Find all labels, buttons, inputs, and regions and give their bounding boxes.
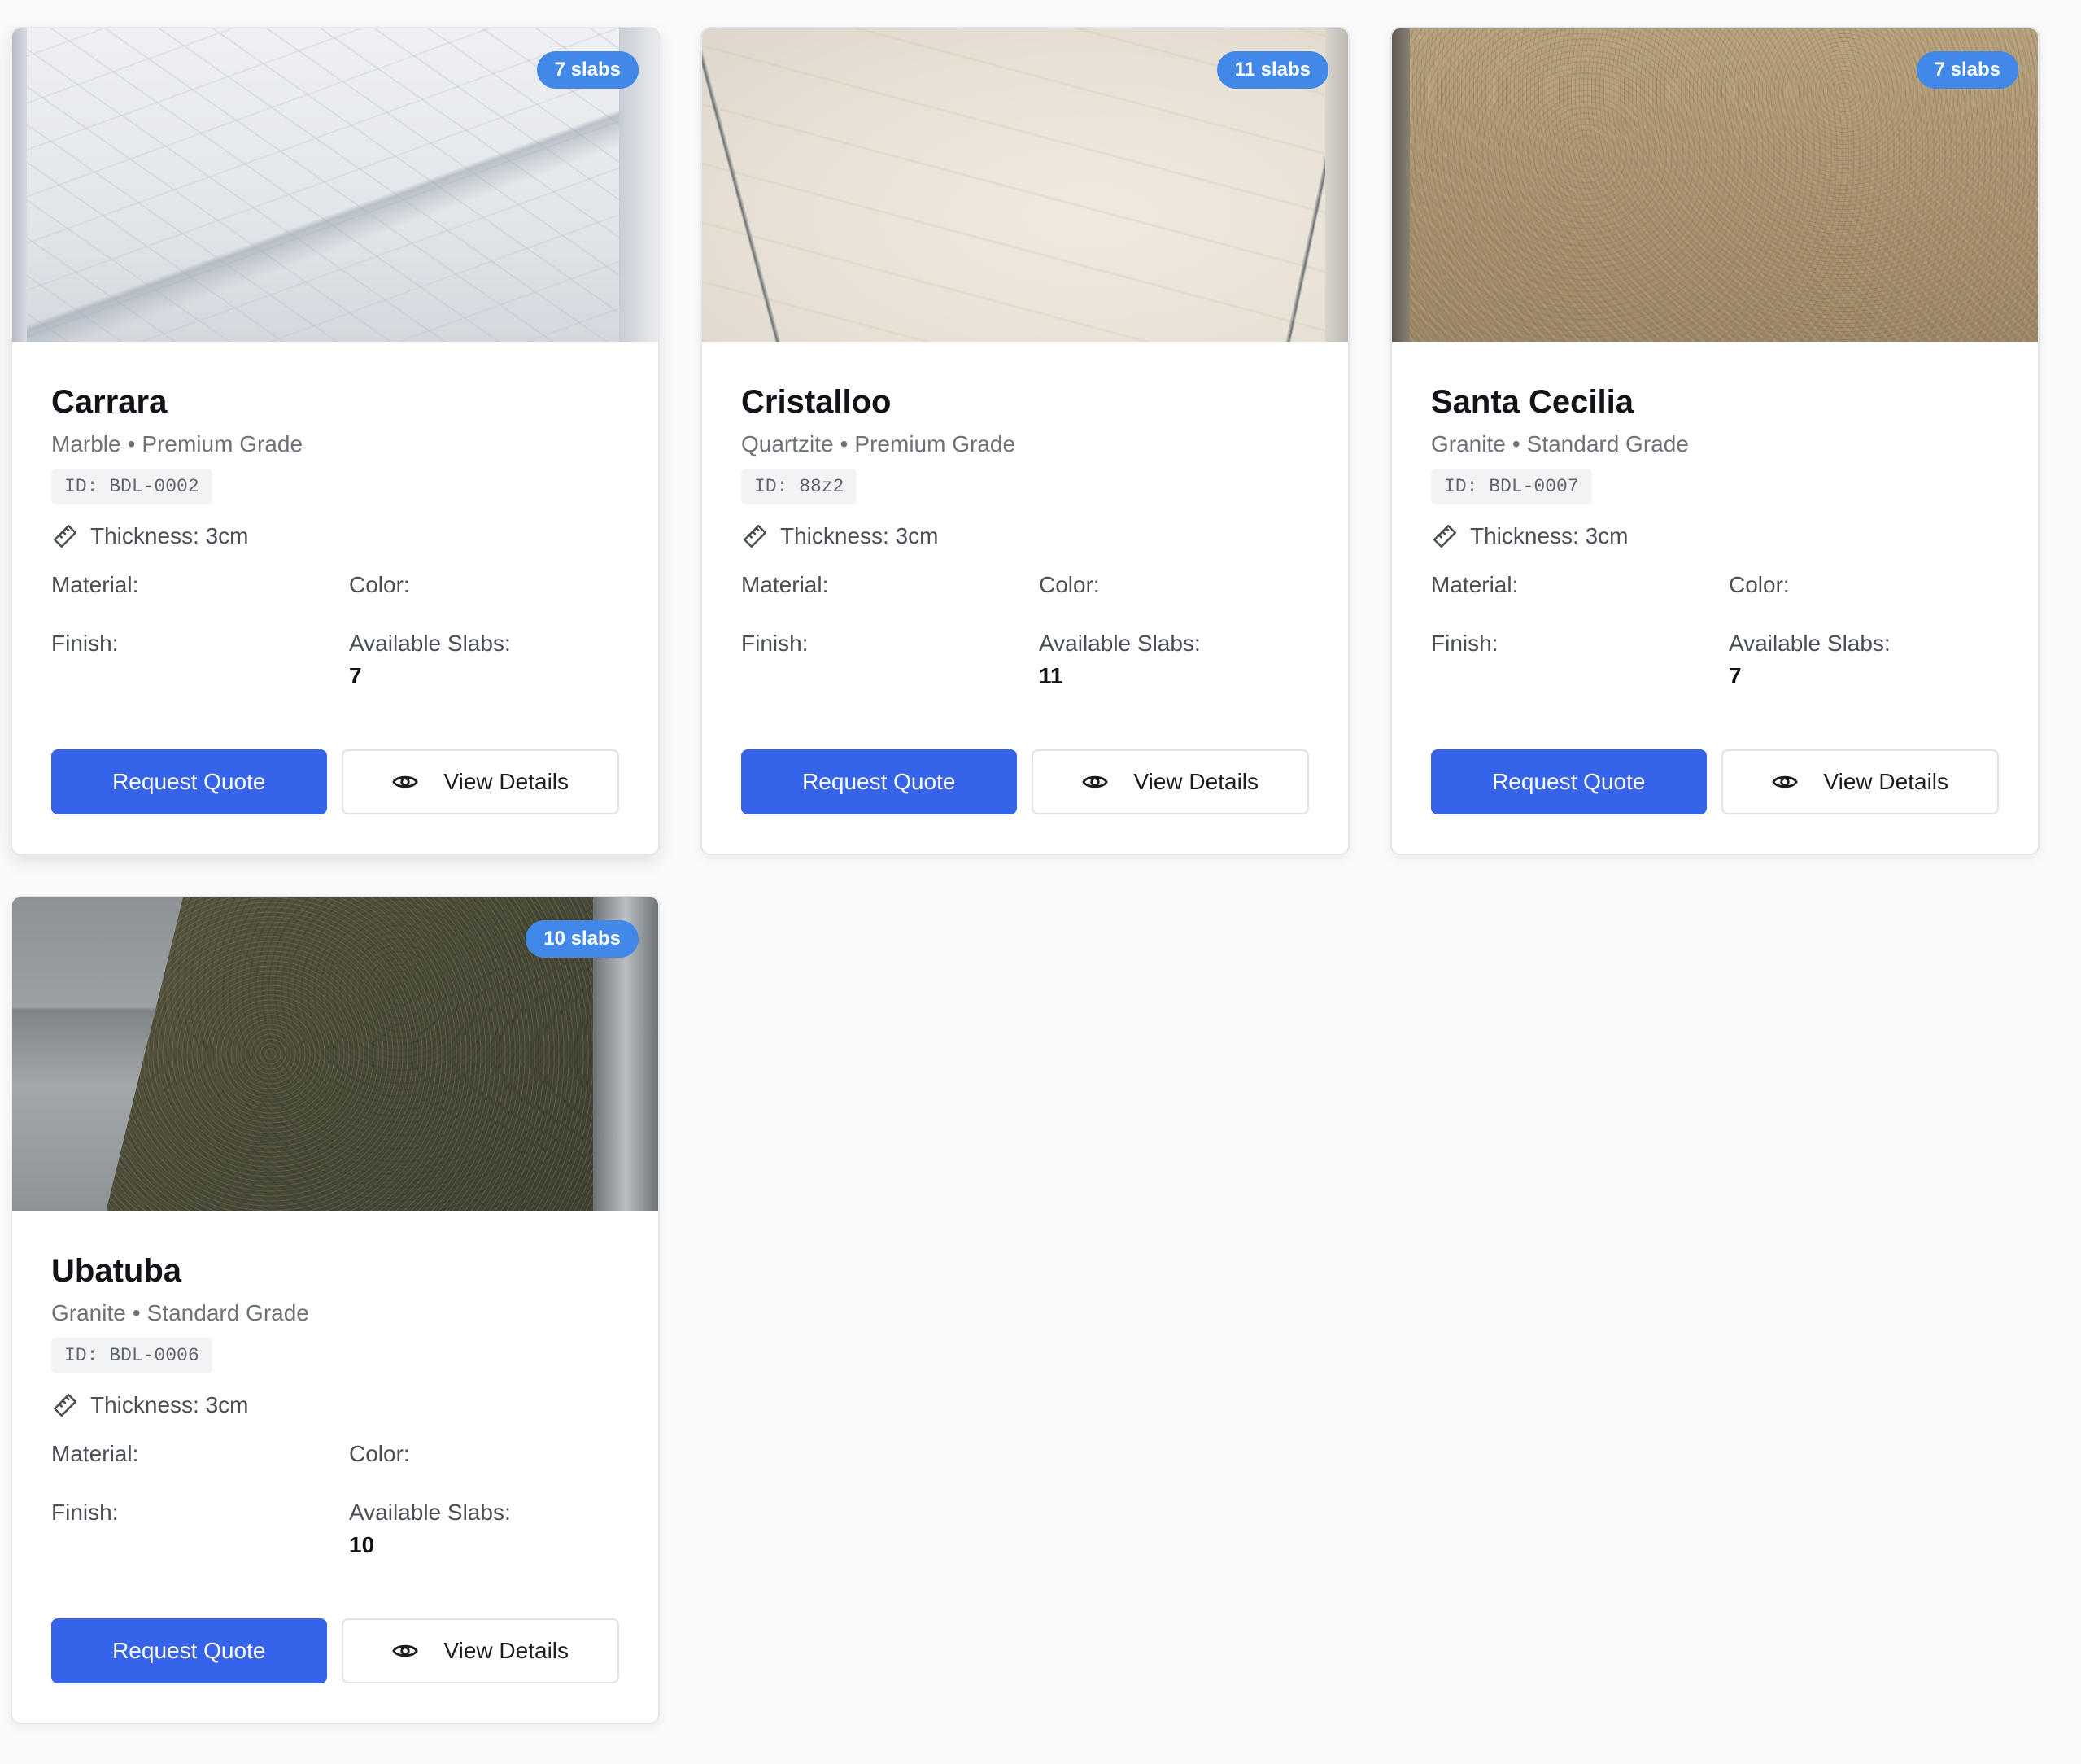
ruler-icon — [51, 1391, 79, 1419]
slab-subtitle: Granite • Standard Grade — [51, 1299, 619, 1328]
material-type: Marble — [51, 431, 121, 456]
slab-title: Ubatuba — [51, 1253, 181, 1289]
spec-grid: Material: Color: Finish: Available Slabs… — [1431, 568, 1999, 692]
ruler-icon — [51, 522, 79, 550]
material-label: Material: — [51, 572, 139, 597]
thickness-row: Thickness: 3cm — [51, 522, 619, 550]
slab-card-santa-cecilia[interactable]: 7 slabs Santa Cecilia Granite • Standard G… — [1390, 27, 2040, 855]
request-quote-button[interactable]: Request Quote — [741, 749, 1017, 814]
eye-icon — [1771, 768, 1799, 796]
card-actions: Request Quote View Details — [51, 1618, 619, 1683]
slab-card-ubatuba[interactable]: 10 slabs Ubatuba Granite • Standard Grade … — [11, 896, 660, 1724]
material-label: Material: — [51, 1441, 139, 1466]
slab-subtitle: Granite • Standard Grade — [1431, 430, 1999, 459]
card-actions: Request Quote View Details — [741, 749, 1309, 814]
thickness-row: Thickness: 3cm — [1431, 522, 1999, 550]
spec-grid: Material: Color: Finish: Available Slabs… — [741, 568, 1309, 692]
available-slabs-value: 7 — [349, 663, 362, 688]
separator-dot: • — [132, 1300, 141, 1325]
available-slabs-label: Available Slabs: — [1039, 631, 1201, 656]
request-quote-button[interactable]: Request Quote — [51, 1618, 327, 1683]
slab-image[interactable]: 7 slabs — [12, 28, 658, 342]
slab-title: Santa Cecilia — [1431, 384, 1634, 420]
color-label: Color: — [349, 1441, 410, 1466]
request-quote-button[interactable]: Request Quote — [51, 749, 327, 814]
slab-image[interactable]: 7 slabs — [1392, 28, 2038, 342]
color-label: Color: — [349, 572, 410, 597]
material-label: Material: — [741, 572, 829, 597]
available-slabs-label: Available Slabs: — [349, 1500, 511, 1525]
slab-image[interactable]: 11 slabs — [702, 28, 1348, 342]
finish-label: Finish: — [1431, 631, 1499, 656]
view-details-button[interactable]: View Details — [1721, 749, 1999, 814]
finish-label: Finish: — [51, 1500, 119, 1525]
slab-title: Cristalloo — [741, 384, 892, 420]
slab-count-badge: 10 slabs — [526, 920, 639, 958]
slab-subtitle: Marble • Premium Grade — [51, 430, 619, 459]
finish-label: Finish: — [51, 631, 119, 656]
separator-dot: • — [127, 431, 136, 456]
grade: Standard Grade — [1526, 431, 1689, 456]
color-label: Color: — [1729, 572, 1790, 597]
slab-count-badge: 7 slabs — [1916, 51, 2018, 89]
request-quote-button[interactable]: Request Quote — [1431, 749, 1707, 814]
eye-icon — [1081, 768, 1109, 796]
slab-card-carrara[interactable]: 7 slabs Carrara Marble • Premium Grade ID:… — [11, 27, 660, 855]
slab-grid: 7 slabs Carrara Marble • Premium Grade ID:… — [11, 27, 2040, 1724]
material-type: Granite — [51, 1300, 126, 1325]
thickness-text: Thickness: 3cm — [90, 523, 249, 548]
slab-subtitle: Quartzite • Premium Grade — [741, 430, 1309, 459]
view-details-button[interactable]: View Details — [341, 1618, 619, 1683]
slab-card-cristalloo[interactable]: 11 slabs Cristalloo Quartzite • Premium Gr… — [700, 27, 1350, 855]
ruler-icon — [741, 522, 769, 550]
spec-grid: Material: Color: Finish: Available Slabs… — [51, 568, 619, 692]
available-slabs-label: Available Slabs: — [349, 631, 511, 656]
view-details-label: View Details — [1823, 769, 1949, 794]
thickness-row: Thickness: 3cm — [51, 1391, 619, 1419]
slab-count-badge: 11 slabs — [1216, 51, 1328, 89]
slab-title: Carrara — [51, 384, 168, 420]
thickness-text: Thickness: 3cm — [90, 1392, 249, 1417]
view-details-button[interactable]: View Details — [1031, 749, 1309, 814]
view-details-button[interactable]: View Details — [341, 749, 619, 814]
available-slabs-value: 10 — [349, 1532, 375, 1557]
slab-id-chip: ID: BDL-0002 — [51, 469, 212, 504]
separator-dot: • — [840, 431, 849, 456]
thickness-text: Thickness: 3cm — [780, 523, 939, 548]
material-type: Granite — [1431, 431, 1506, 456]
slab-count-badge: 7 slabs — [536, 51, 639, 89]
view-details-label: View Details — [443, 769, 569, 794]
slab-id-chip: ID: 88z2 — [741, 469, 857, 504]
available-slabs-label: Available Slabs: — [1729, 631, 1891, 656]
finish-label: Finish: — [741, 631, 809, 656]
eye-icon — [391, 1637, 419, 1665]
view-details-label: View Details — [443, 1638, 569, 1663]
eye-icon — [391, 768, 419, 796]
available-slabs-value: 7 — [1729, 663, 1742, 688]
grade: Premium Grade — [142, 431, 303, 456]
grade: Standard Grade — [146, 1300, 309, 1325]
material-label: Material: — [1431, 572, 1519, 597]
card-actions: Request Quote View Details — [51, 749, 619, 814]
slab-id-chip: ID: BDL-0007 — [1431, 469, 1592, 504]
grade: Premium Grade — [854, 431, 1016, 456]
ruler-icon — [1431, 522, 1459, 550]
separator-dot: • — [1512, 431, 1520, 456]
color-label: Color: — [1039, 572, 1100, 597]
available-slabs-value: 11 — [1039, 663, 1063, 688]
slab-image[interactable]: 10 slabs — [12, 897, 658, 1211]
thickness-row: Thickness: 3cm — [741, 522, 1309, 550]
material-type: Quartzite — [741, 431, 834, 456]
slab-id-chip: ID: BDL-0006 — [51, 1338, 212, 1373]
spec-grid: Material: Color: Finish: Available Slabs… — [51, 1437, 619, 1561]
view-details-label: View Details — [1133, 769, 1259, 794]
card-actions: Request Quote View Details — [1431, 749, 1999, 814]
thickness-text: Thickness: 3cm — [1470, 523, 1629, 548]
